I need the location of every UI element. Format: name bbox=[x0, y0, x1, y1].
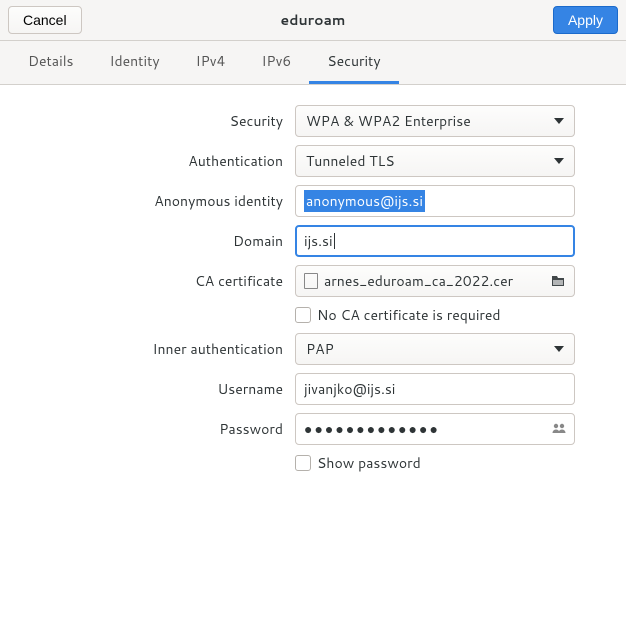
anonymous-identity-value: anonymous@ijs.si bbox=[304, 190, 425, 212]
dialog-title: eduroam bbox=[0, 10, 626, 30]
tab-security[interactable]: Security bbox=[309, 41, 398, 84]
open-file-icon[interactable] bbox=[550, 273, 566, 289]
security-select[interactable]: WPA & WPA2 Enterprise bbox=[295, 105, 575, 137]
inner-auth-select[interactable]: PAP bbox=[295, 333, 575, 365]
show-password-checkbox[interactable] bbox=[295, 455, 311, 471]
username-value: jivanjko@ijs.si bbox=[304, 379, 395, 399]
ca-certificate-chooser[interactable]: arnes_eduroam_ca_2022.cer bbox=[295, 265, 575, 297]
anonymous-identity-input[interactable]: anonymous@ijs.si bbox=[295, 185, 575, 217]
username-label: Username bbox=[0, 379, 295, 399]
chevron-down-icon bbox=[554, 118, 564, 124]
authentication-label: Authentication bbox=[0, 151, 295, 171]
password-label: Password bbox=[0, 419, 295, 439]
chevron-down-icon bbox=[554, 158, 564, 164]
apply-button[interactable]: Apply bbox=[553, 6, 618, 34]
authentication-select[interactable]: Tunneled TLS bbox=[295, 145, 575, 177]
file-icon bbox=[304, 273, 318, 289]
security-form: Security WPA & WPA2 Enterprise Authentic… bbox=[0, 85, 626, 501]
no-ca-label: No CA certificate is required bbox=[317, 305, 501, 325]
dialog-header: Cancel eduroam Apply bbox=[0, 0, 626, 41]
inner-auth-label: Inner authentication bbox=[0, 339, 295, 359]
security-value: WPA & WPA2 Enterprise bbox=[306, 111, 471, 131]
tab-ipv6[interactable]: IPv6 bbox=[243, 41, 309, 84]
domain-value: ijs.si bbox=[304, 231, 333, 251]
domain-input[interactable]: ijs.si bbox=[295, 225, 575, 257]
password-input[interactable]: ●●●●●●●●●●●●● bbox=[295, 413, 575, 445]
tab-bar: Details Identity IPv4 IPv6 Security bbox=[0, 41, 626, 85]
username-input[interactable]: jivanjko@ijs.si bbox=[295, 373, 575, 405]
domain-label: Domain bbox=[0, 231, 295, 251]
security-label: Security bbox=[0, 111, 295, 131]
text-cursor bbox=[334, 233, 335, 249]
authentication-value: Tunneled TLS bbox=[306, 151, 395, 171]
anonymous-identity-label: Anonymous identity bbox=[0, 191, 295, 211]
ca-certificate-label: CA certificate bbox=[0, 271, 295, 291]
tab-ipv4[interactable]: IPv4 bbox=[178, 41, 244, 84]
no-ca-checkbox[interactable] bbox=[295, 307, 311, 323]
chevron-down-icon bbox=[554, 346, 564, 352]
password-storage-icon[interactable] bbox=[551, 421, 567, 437]
ca-certificate-filename: arnes_eduroam_ca_2022.cer bbox=[324, 271, 513, 291]
cancel-button[interactable]: Cancel bbox=[8, 6, 82, 34]
password-value: ●●●●●●●●●●●●● bbox=[304, 419, 440, 439]
inner-auth-value: PAP bbox=[306, 339, 334, 359]
tab-details[interactable]: Details bbox=[10, 41, 92, 84]
show-password-label: Show password bbox=[317, 453, 421, 473]
tab-identity[interactable]: Identity bbox=[92, 41, 178, 84]
